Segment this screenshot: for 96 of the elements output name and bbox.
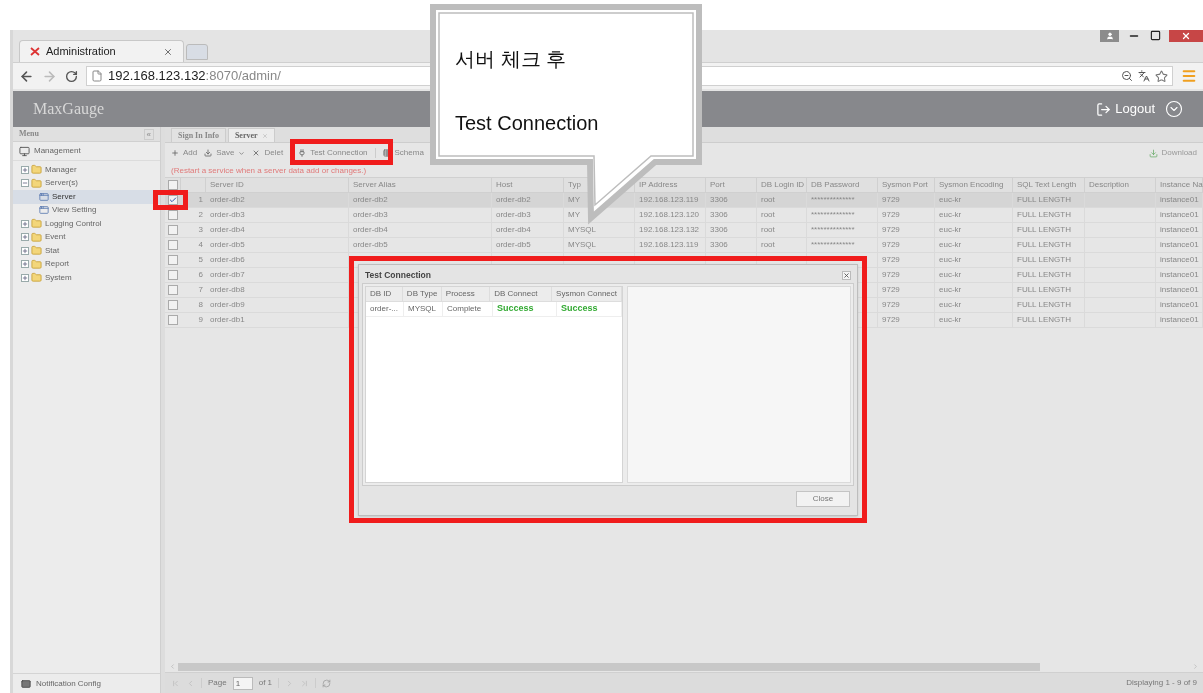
table-cell: 3306 xyxy=(710,224,728,236)
dialog-title: Test Connection xyxy=(365,269,431,282)
row-number: 2 xyxy=(198,209,203,221)
table-cell: euc-kr xyxy=(939,269,962,281)
table-cell: order-... xyxy=(370,303,398,315)
table-cell: 192.168.123.120 xyxy=(639,209,700,221)
table-cell: order-db6 xyxy=(210,254,245,266)
table-cell: 9729 xyxy=(882,194,900,206)
row-number: 6 xyxy=(198,269,203,281)
table-cell: root xyxy=(761,194,775,206)
table-cell: order-db2 xyxy=(210,194,245,206)
table-cell: instance01 xyxy=(1160,269,1199,281)
app-logo: MaxGauge xyxy=(33,99,105,120)
table-cell: 3306 xyxy=(710,209,728,221)
tab-title: Administration xyxy=(46,44,117,60)
table-cell: 9729 xyxy=(882,314,900,326)
table-cell: ************** xyxy=(811,209,855,221)
table-cell: 9729 xyxy=(882,269,900,281)
table-cell: FULL LENGTH xyxy=(1017,239,1071,251)
table-cell: FULL LENGTH xyxy=(1017,314,1071,326)
table-cell: euc-kr xyxy=(939,239,962,251)
table-cell: 9729 xyxy=(882,254,900,266)
table-cell: FULL LENGTH xyxy=(1017,284,1071,296)
row-number: 9 xyxy=(198,314,203,326)
table-cell: FULL LENGTH xyxy=(1017,194,1071,206)
table-cell: instance01 xyxy=(1160,194,1199,206)
table-cell: instance01 xyxy=(1160,314,1199,326)
table-cell: MYSQL xyxy=(408,303,436,315)
row-number: 5 xyxy=(198,254,203,266)
table-cell: euc-kr xyxy=(939,224,962,236)
table-cell: 9729 xyxy=(882,209,900,221)
table-cell: root xyxy=(761,224,775,236)
table-cell: 192.168.123.132 xyxy=(639,224,700,236)
table-cell: order-db2 xyxy=(353,194,388,206)
table-cell: order-db4 xyxy=(210,224,245,236)
table-cell: FULL LENGTH xyxy=(1017,209,1071,221)
table-cell: order-db1 xyxy=(210,314,245,326)
table-cell: instance01 xyxy=(1160,299,1199,311)
table-cell: root xyxy=(761,239,775,251)
table-cell: ************** xyxy=(811,194,855,206)
table-cell: MYSQL xyxy=(568,224,596,236)
table-cell: euc-kr xyxy=(939,209,962,221)
table-cell: order-db3 xyxy=(210,209,245,221)
table-cell: order-db5 xyxy=(210,239,245,251)
table-cell: 192.168.123.119 xyxy=(639,239,699,251)
table-cell: euc-kr xyxy=(939,284,962,296)
page-count: of 1 xyxy=(258,677,273,689)
notice-text: (Restart a service when a server data add or changes.) xyxy=(171,165,367,177)
table-cell: euc-kr xyxy=(939,299,962,311)
table-cell: MY xyxy=(568,209,580,221)
table-cell: order-db5 xyxy=(496,239,531,251)
table-cell: order-db7 xyxy=(210,269,245,281)
row-number: 3 xyxy=(198,224,203,236)
table-cell: FULL LENGTH xyxy=(1017,299,1071,311)
table-cell: 9729 xyxy=(882,284,900,296)
table-cell: order-db8 xyxy=(210,284,245,296)
table-cell: order-db4 xyxy=(496,224,531,236)
table-cell: order-db9 xyxy=(210,299,245,311)
row-number: 1 xyxy=(198,194,203,206)
table-cell: 192.168.123.119 xyxy=(639,194,699,206)
table-cell: 9729 xyxy=(882,224,900,236)
row-number: 8 xyxy=(198,299,203,311)
row-number: 4 xyxy=(198,239,203,251)
table-cell: instance01 xyxy=(1160,254,1199,266)
table-cell: 3306 xyxy=(710,239,728,251)
table-cell: Complete xyxy=(447,303,482,315)
table-cell: euc-kr xyxy=(939,254,962,266)
table-cell: FULL LENGTH xyxy=(1017,254,1071,266)
table-cell: instance01 xyxy=(1160,284,1199,296)
table-cell: ************** xyxy=(811,224,855,236)
table-cell: FULL LENGTH xyxy=(1017,269,1071,281)
table-cell: order-db4 xyxy=(353,224,388,236)
menu-title: Menu xyxy=(19,128,39,140)
table-cell: MY xyxy=(568,194,580,206)
table-cell: instance01 xyxy=(1160,224,1199,236)
table-cell: euc-kr xyxy=(939,194,962,206)
table-cell: order-db3 xyxy=(353,209,388,221)
table-cell: euc-kr xyxy=(939,314,962,326)
table-cell: FULL LENGTH xyxy=(1017,224,1071,236)
page-label: Page xyxy=(208,677,227,689)
callout-text: Test Connection xyxy=(455,111,599,136)
table-cell: order-db2 xyxy=(496,194,531,206)
table-cell: MYSQL xyxy=(568,239,596,251)
table-cell: root xyxy=(761,209,775,221)
table-cell: Success xyxy=(497,302,534,316)
table-cell: instance01 xyxy=(1160,209,1199,221)
table-cell: order-db5 xyxy=(353,239,388,251)
table-cell: ************** xyxy=(811,239,855,251)
display-count: Displaying 1 - 9 of 9 xyxy=(1126,677,1197,689)
row-number: 7 xyxy=(198,284,203,296)
table-cell: Success xyxy=(561,302,598,316)
table-cell: order-db3 xyxy=(496,209,531,221)
table-cell: instance01 xyxy=(1160,239,1199,251)
table-cell: 9729 xyxy=(882,299,900,311)
table-cell: 9729 xyxy=(882,239,900,251)
table-cell: 3306 xyxy=(710,194,728,206)
